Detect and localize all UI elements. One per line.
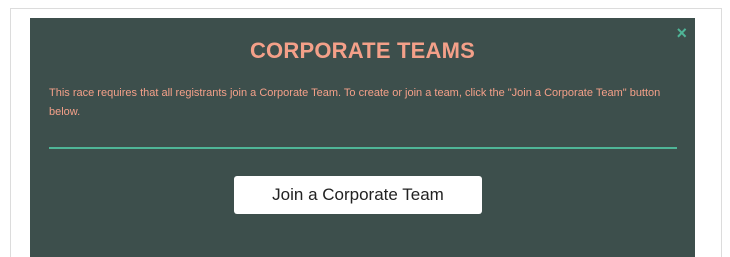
corporate-teams-modal: × CORPORATE TEAMS This race requires tha…	[30, 18, 695, 257]
modal-divider	[49, 147, 677, 149]
modal-title: CORPORATE TEAMS	[249, 38, 476, 63]
join-corporate-team-button[interactable]: Join a Corporate Team	[234, 176, 482, 214]
modal-description: This race requires that all registrants …	[49, 87, 661, 118]
